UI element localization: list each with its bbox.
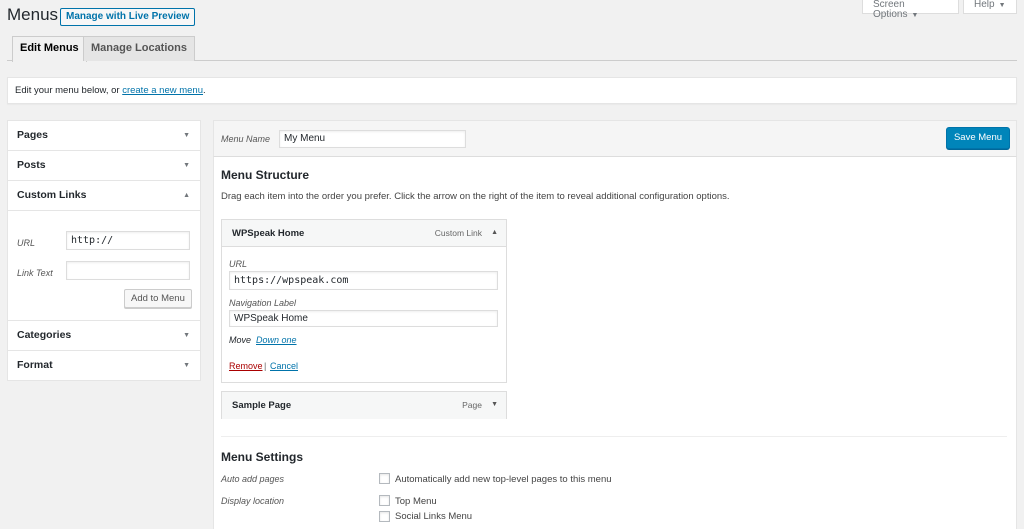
tab-edit-menus[interactable]: Edit Menus bbox=[12, 36, 87, 62]
menu-name-label: Menu Name bbox=[221, 134, 271, 144]
caret-down-icon: ▼ bbox=[183, 332, 190, 339]
help-button[interactable]: Help ▼ bbox=[963, 0, 1017, 14]
menu-name-input[interactable]: My Menu bbox=[279, 130, 466, 148]
menu-item-handle[interactable]: WPSpeak Home Custom Link ▲ bbox=[222, 220, 506, 247]
menu-structure-description: Drag each item into the order you prefer… bbox=[221, 191, 730, 202]
auto-add-pages-checkbox[interactable] bbox=[379, 473, 390, 484]
add-to-menu-button[interactable]: Add to Menu bbox=[124, 289, 192, 308]
caret-down-icon: ▼ bbox=[998, 2, 1006, 9]
accordion-header-posts[interactable]: Posts ▼ bbox=[8, 151, 200, 180]
menu-item-type: Custom Link bbox=[434, 228, 482, 238]
screen-options-button[interactable]: Screen Options ▼ bbox=[862, 0, 959, 20]
caret-up-icon[interactable]: ▲ bbox=[491, 229, 498, 236]
accordion-posts: Posts ▼ bbox=[8, 151, 200, 181]
menu-item-title: Sample Page bbox=[232, 400, 292, 411]
menu-structure-title: Menu Structure bbox=[221, 168, 310, 182]
auto-add-pages-label: Auto add pages bbox=[221, 474, 285, 484]
custom-link-text-input[interactable] bbox=[66, 261, 190, 280]
accordion-custom-links: Custom Links ▲ URL http:// Link Text Add… bbox=[8, 181, 200, 321]
accordion-header-format[interactable]: Format ▼ bbox=[8, 351, 200, 380]
caret-down-icon: ▼ bbox=[911, 12, 919, 19]
accordion-header-categories[interactable]: Categories ▼ bbox=[8, 321, 200, 350]
screen-options-label: Screen Options bbox=[873, 0, 908, 20]
navigation-label-label: Navigation Label bbox=[229, 298, 297, 308]
caret-up-icon: ▲ bbox=[183, 192, 190, 199]
custom-link-url-input[interactable]: http:// bbox=[66, 231, 190, 250]
settings-divider bbox=[221, 436, 1007, 437]
navigation-label-input[interactable]: WPSpeak Home bbox=[229, 310, 498, 327]
auto-add-pages-option: Automatically add new top-level pages to… bbox=[395, 474, 612, 485]
accordion-format: Format ▼ bbox=[8, 351, 200, 380]
menu-item-url-label: URL bbox=[229, 259, 248, 269]
help-label: Help bbox=[974, 0, 995, 10]
accordion-title: Categories bbox=[17, 329, 72, 341]
manage-menus-notice: Edit your menu below, or create a new me… bbox=[7, 77, 1017, 104]
add-menu-items-accordion: Pages ▼ Posts ▼ Custom Links ▲ URL http:… bbox=[7, 120, 201, 381]
custom-links-panel: URL http:// Link Text Add to Menu bbox=[8, 210, 200, 320]
accordion-title: Posts bbox=[17, 159, 46, 171]
manage-live-preview-button[interactable]: Manage with Live Preview bbox=[60, 8, 196, 26]
accordion-header-custom-links[interactable]: Custom Links ▲ bbox=[8, 181, 200, 210]
menu-settings-title: Menu Settings bbox=[221, 450, 304, 464]
social-links-menu-location-label: Social Links Menu bbox=[395, 511, 473, 522]
notice-text: Edit your menu below, or bbox=[15, 85, 123, 96]
menu-item-handle[interactable]: Sample Page Page ▼ bbox=[222, 392, 506, 419]
action-separator: | bbox=[264, 361, 267, 371]
accordion-title: Pages bbox=[17, 129, 48, 141]
top-menu-location-label: Top Menu bbox=[395, 496, 437, 507]
cancel-link[interactable]: Cancel bbox=[270, 361, 298, 371]
tab-manage-locations[interactable]: Manage Locations bbox=[83, 36, 195, 61]
display-location-label: Display location bbox=[221, 496, 285, 506]
create-new-menu-link[interactable]: create a new menu bbox=[122, 85, 203, 96]
menu-item-expanded: WPSpeak Home Custom Link ▲ URL https://w… bbox=[221, 219, 507, 383]
caret-down-icon: ▼ bbox=[183, 162, 190, 169]
caret-down-icon[interactable]: ▼ bbox=[491, 401, 498, 408]
accordion-header-pages[interactable]: Pages ▼ bbox=[8, 121, 200, 150]
menu-item-title: WPSpeak Home bbox=[232, 228, 305, 239]
social-links-menu-checkbox[interactable] bbox=[379, 511, 390, 522]
accordion-title: Format bbox=[17, 359, 53, 371]
caret-down-icon: ▼ bbox=[183, 362, 190, 369]
menu-item-url-input[interactable]: https://wpspeak.com bbox=[229, 271, 498, 290]
move-label: Move bbox=[229, 335, 252, 345]
menu-item-collapsed: Sample Page Page ▼ bbox=[221, 391, 507, 419]
top-menu-checkbox[interactable] bbox=[379, 495, 390, 506]
menu-item-type: Page bbox=[462, 400, 482, 410]
page-title: Menus bbox=[7, 5, 59, 24]
accordion-pages: Pages ▼ bbox=[8, 121, 200, 151]
custom-link-text-label: Link Text bbox=[17, 268, 53, 278]
accordion-categories: Categories ▼ bbox=[8, 321, 200, 351]
accordion-title: Custom Links bbox=[17, 189, 87, 201]
caret-down-icon: ▼ bbox=[183, 132, 190, 139]
notice-period: . bbox=[203, 85, 206, 96]
remove-link[interactable]: Remove bbox=[229, 361, 263, 371]
move-down-one-link[interactable]: Down one bbox=[256, 335, 297, 345]
custom-link-url-label: URL bbox=[17, 238, 36, 248]
save-menu-button[interactable]: Save Menu bbox=[946, 127, 1010, 149]
